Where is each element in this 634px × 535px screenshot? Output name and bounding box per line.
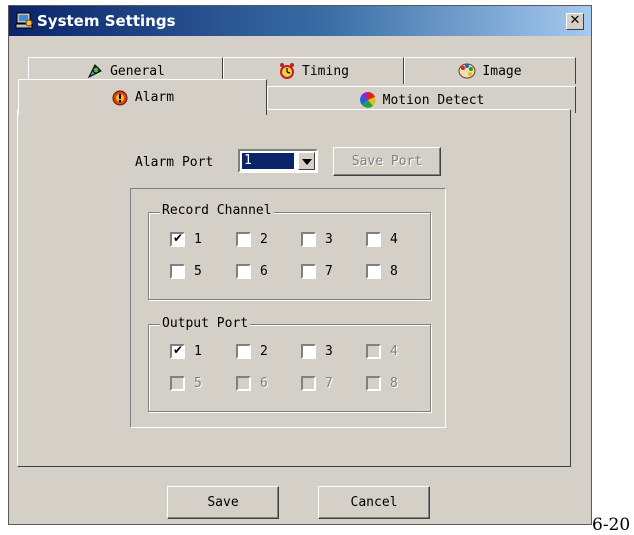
- output-port-checkbox-label: 3: [325, 344, 333, 359]
- output-port-checkbox-label: 6: [260, 376, 268, 391]
- output-port-checkbox-label: 7: [325, 376, 333, 391]
- record-channel-checkbox-7[interactable]: [301, 264, 316, 279]
- tab-motion-detect-label: Motion Detect: [382, 92, 485, 108]
- output-port-checkbox-1[interactable]: ✔: [170, 343, 185, 359]
- computer-settings-icon: [15, 12, 33, 29]
- save-button[interactable]: Save: [167, 486, 279, 519]
- output-port-fieldset: [148, 324, 431, 412]
- chevron-down-icon[interactable]: [298, 152, 315, 170]
- record-channel-checkbox-label: 5: [194, 264, 202, 279]
- record-channel-checkbox-label: 8: [390, 264, 398, 279]
- record-channel-checkbox-3[interactable]: [301, 232, 316, 247]
- output-port-checkbox-8: [366, 376, 381, 391]
- save-port-label: Save Port: [351, 154, 423, 169]
- window-title: System Settings: [37, 12, 176, 30]
- record-channel-legend: Record Channel: [160, 203, 274, 219]
- record-channel-checkbox-1[interactable]: ✔: [170, 231, 185, 247]
- title-bar[interactable]: System Settings ✕: [9, 6, 591, 36]
- save-port-button[interactable]: Save Port: [333, 147, 441, 176]
- alarm-port-label: Alarm Port: [135, 155, 214, 170]
- checkmark-icon: ✔: [173, 343, 184, 357]
- cancel-button[interactable]: Cancel: [318, 486, 430, 519]
- record-channel-checkbox-label: 6: [260, 264, 268, 279]
- output-port-checkbox-label: 4: [390, 344, 398, 359]
- output-port-checkbox-label: 5: [194, 376, 202, 391]
- record-channel-checkbox-2[interactable]: [236, 232, 251, 247]
- palette-icon: [458, 63, 476, 79]
- alarm-clock-icon: [280, 63, 295, 79]
- checkmark-icon: ✔: [173, 231, 184, 245]
- general-icon: [87, 64, 102, 79]
- record-channel-checkbox-4[interactable]: [366, 232, 381, 247]
- tab-alarm-label: Alarm: [134, 90, 175, 105]
- cancel-button-label: Cancel: [350, 495, 398, 510]
- record-channel-checkbox-label: 4: [390, 232, 398, 247]
- alarm-port-select[interactable]: 1: [238, 149, 318, 173]
- alarm-icon: [112, 90, 128, 105]
- tab-image[interactable]: Image: [404, 57, 576, 84]
- record-channel-checkbox-8[interactable]: [366, 264, 381, 279]
- save-button-label: Save: [207, 495, 239, 510]
- output-port-checkbox-label: 8: [390, 376, 398, 391]
- output-port-checkbox-3[interactable]: [301, 344, 316, 359]
- figure-caption-fragment: 6-20: [592, 515, 631, 535]
- close-button[interactable]: ✕: [566, 13, 584, 30]
- tab-timing-label: Timing: [302, 63, 349, 79]
- output-port-checkbox-2[interactable]: [236, 344, 251, 359]
- alarm-port-value: 1: [242, 153, 294, 169]
- record-channel-checkbox-6[interactable]: [236, 264, 251, 279]
- tab-alarm[interactable]: Alarm: [18, 79, 267, 115]
- output-port-checkbox-7: [301, 376, 316, 391]
- output-port-checkbox-5: [170, 376, 185, 391]
- output-port-checkbox-6: [236, 376, 251, 391]
- tab-general-label: General: [110, 63, 165, 79]
- output-port-checkbox-label: 2: [260, 344, 268, 359]
- record-channel-checkbox-label: 7: [325, 264, 333, 279]
- output-port-checkbox-4: [366, 344, 381, 359]
- record-channel-checkbox-label: 3: [325, 232, 333, 247]
- color-wheel-icon: [359, 91, 376, 108]
- record-channel-checkbox-5[interactable]: [170, 264, 185, 279]
- record-channel-checkbox-label: 1: [194, 232, 202, 247]
- tab-image-label: Image: [482, 63, 522, 79]
- close-icon: ✕: [569, 13, 581, 28]
- record-channel-checkbox-label: 2: [260, 232, 268, 247]
- record-channel-fieldset: [148, 212, 431, 300]
- output-port-checkbox-label: 1: [194, 344, 202, 359]
- output-port-legend: Output Port: [160, 316, 251, 332]
